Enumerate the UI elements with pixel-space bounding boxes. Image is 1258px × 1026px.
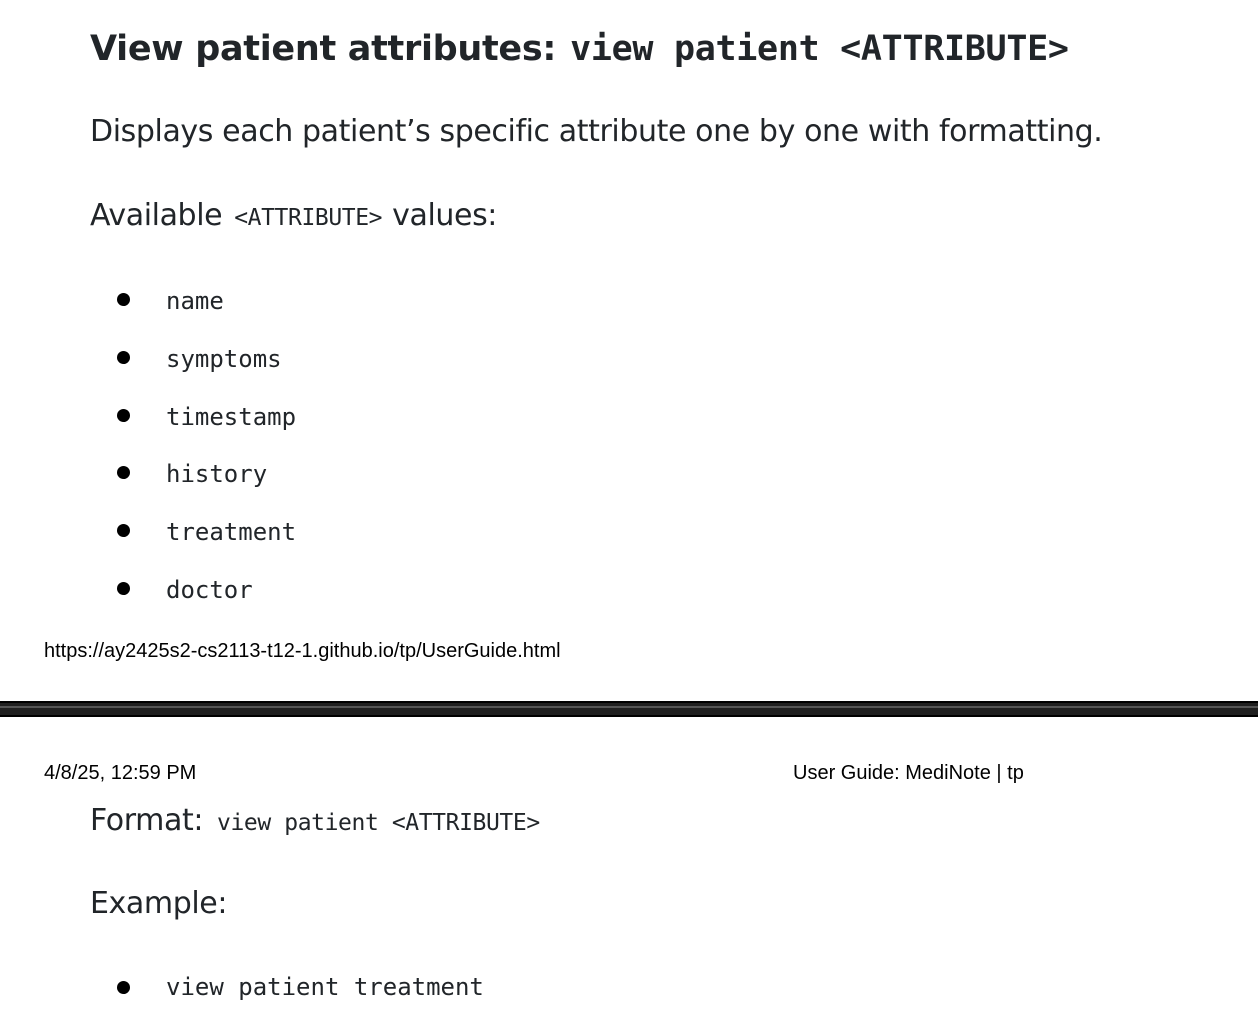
format-label: Format:	[90, 803, 204, 838]
heading-text: View patient attributes:	[90, 29, 557, 69]
bullet-icon	[117, 351, 130, 364]
format-line: Format: view patient <ATTRIBUTE>	[90, 801, 550, 843]
bullet-icon	[117, 466, 130, 479]
format-command-code: view patient <ATTRIBUTE>	[217, 810, 540, 836]
bullet-icon	[117, 293, 130, 306]
print-header-title: User Guide: MediNote | tp	[793, 762, 1024, 784]
list-item: history	[166, 460, 268, 488]
bullet-icon	[117, 582, 130, 595]
page-break-divider	[0, 701, 1258, 717]
list-item: timestamp	[166, 403, 297, 431]
bullet-icon	[117, 981, 130, 994]
heading-command-code: view patient <ATTRIBUTE>	[570, 29, 1069, 69]
section-heading: View patient attributes: view patient <AT…	[90, 26, 1069, 72]
description-paragraph: Displays each patient’s specific attribu…	[90, 114, 1103, 149]
list-item: treatment	[166, 518, 297, 546]
print-header-datetime: 4/8/25, 12:59 PM	[44, 762, 197, 784]
document-page: View patient attributes: view patient <AT…	[0, 0, 1258, 1026]
list-item: doctor	[166, 576, 253, 604]
bullet-icon	[117, 409, 130, 422]
print-footer-url: https://ay2425s2-cs2113-t12-1.github.io/…	[44, 640, 561, 662]
available-prefix: Available	[90, 198, 223, 233]
list-item: name	[166, 287, 224, 315]
bullet-icon	[117, 524, 130, 537]
list-item: view patient treatment	[166, 973, 484, 1001]
available-suffix: values:	[392, 198, 498, 233]
available-attribute-code: <ATTRIBUTE>	[234, 205, 383, 231]
example-label: Example:	[90, 886, 228, 921]
list-item: symptoms	[166, 345, 282, 373]
available-values-line: Available <ATTRIBUTE> values:	[90, 196, 497, 238]
